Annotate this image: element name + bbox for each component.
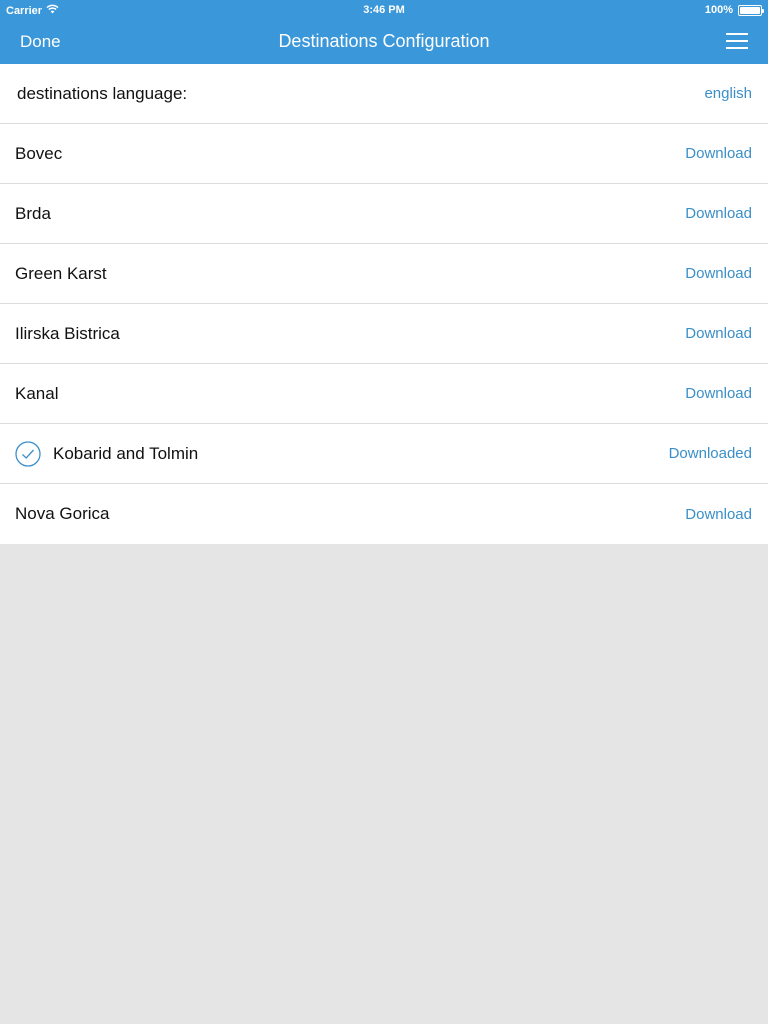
- destination-row: Ilirska Bistrica Download: [0, 304, 768, 364]
- destination-name: Kobarid and Tolmin: [53, 443, 199, 463]
- download-button[interactable]: Download: [685, 325, 752, 342]
- destinations-list: destinations language: english Bovec Down…: [0, 64, 768, 544]
- download-button[interactable]: Download: [685, 506, 752, 523]
- destination-row: Bovec Download: [0, 124, 768, 184]
- checkmark-circle-icon: [15, 440, 41, 467]
- battery-status: 100%: [704, 4, 764, 16]
- language-label: destinations language:: [17, 83, 188, 103]
- destination-name: Kanal: [15, 383, 59, 403]
- language-selector[interactable]: english: [704, 85, 752, 102]
- hamburger-menu-icon[interactable]: [726, 32, 748, 50]
- download-button[interactable]: Download: [685, 205, 752, 222]
- destination-name: Bovec: [15, 143, 63, 163]
- battery-percent: 100%: [704, 4, 733, 16]
- destination-name: Brda: [15, 203, 51, 223]
- downloaded-status: Downloaded: [668, 445, 752, 462]
- navigation-bar: Done Destinations Configuration: [0, 20, 768, 64]
- download-button[interactable]: Download: [685, 265, 752, 282]
- page-title: Destinations Configuration: [278, 31, 490, 51]
- clock: 3:46 PM: [363, 4, 405, 16]
- destination-name: Green Karst: [15, 263, 107, 283]
- download-button[interactable]: Download: [685, 385, 752, 402]
- destination-name: Ilirska Bistrica: [15, 323, 120, 343]
- destination-name: Nova Gorica: [15, 504, 110, 523]
- destination-row: Kanal Download: [0, 364, 768, 424]
- download-button[interactable]: Download: [685, 145, 752, 162]
- battery-icon: [738, 4, 764, 16]
- destination-row: Brda Download: [0, 184, 768, 244]
- header: Carrier 3:46 PM 100% Done Destinations C…: [0, 0, 768, 64]
- destination-row: Nova Gorica Download: [0, 484, 768, 544]
- language-row: destinations language: english: [0, 64, 768, 124]
- status-bar: Carrier 3:46 PM 100%: [0, 0, 768, 20]
- destination-row: Green Karst Download: [0, 244, 768, 304]
- destination-row: Kobarid and Tolmin Downloaded: [0, 424, 768, 484]
